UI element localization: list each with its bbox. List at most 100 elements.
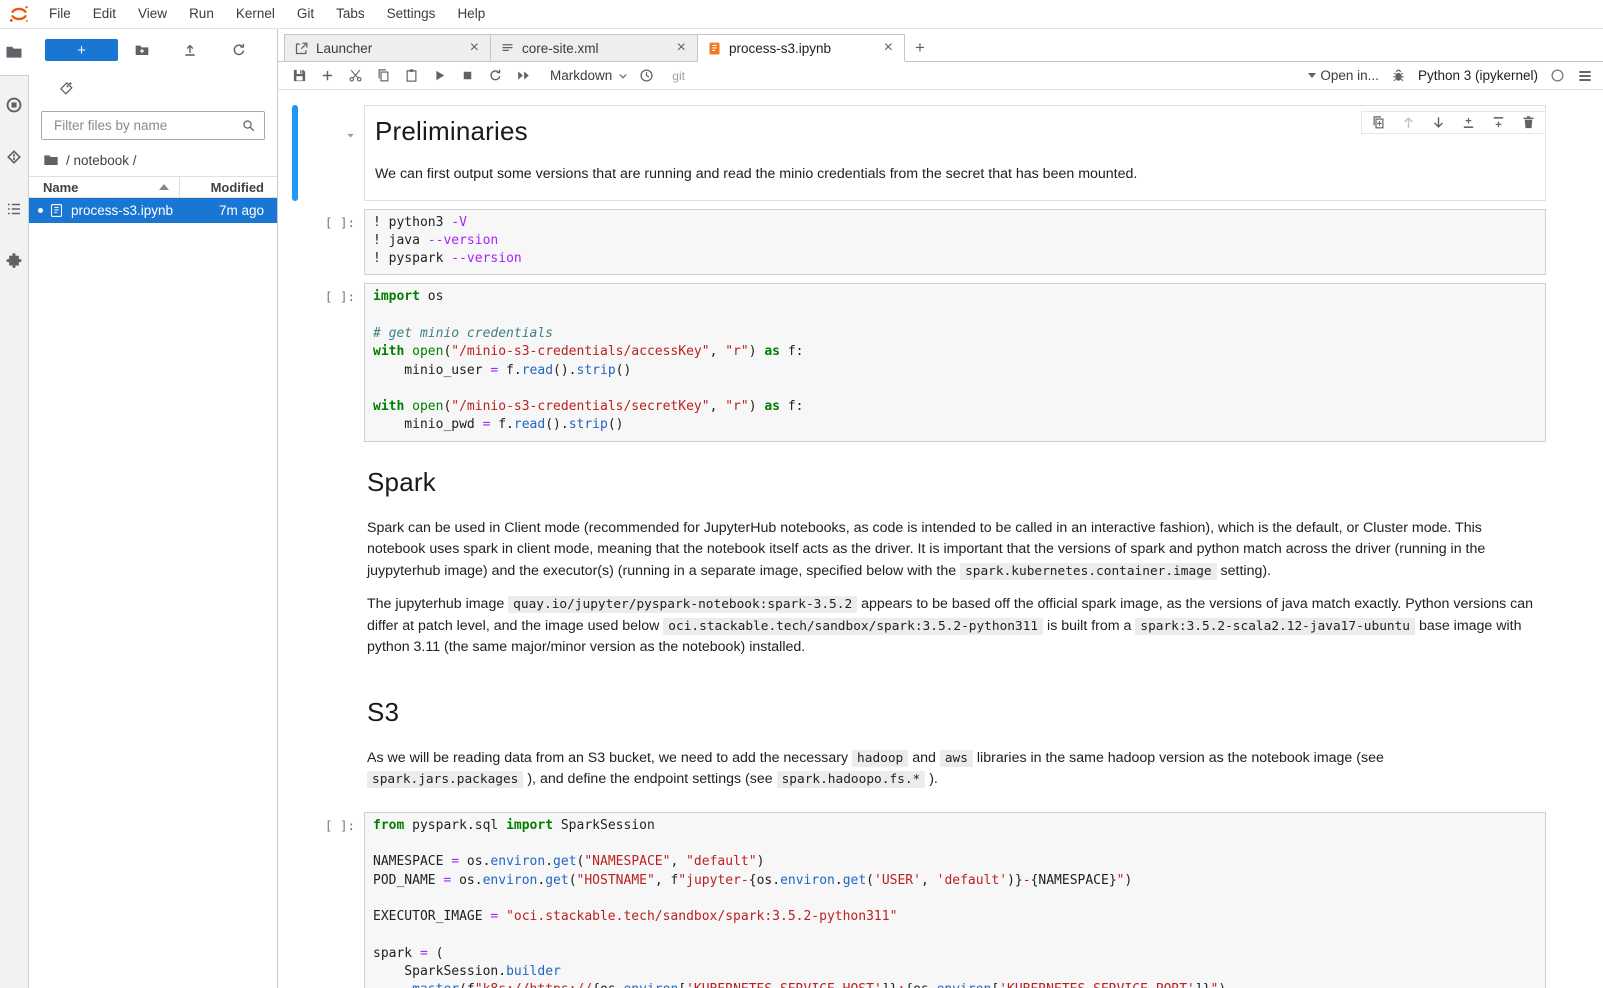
extensions-icon	[5, 252, 23, 270]
code-cell[interactable]: [ ]:import os # get minio credentialswit…	[292, 283, 1546, 441]
stop-icon[interactable]	[460, 68, 476, 84]
notebook-toolbar: Markdown git Open in... Python 3 (ipyker…	[278, 62, 1603, 90]
cell-body[interactable]: ! python3 -V! java --version! pyspark --…	[364, 209, 1546, 276]
menubar: FileEditViewRunKernelGitTabsSettingsHelp	[0, 0, 1603, 29]
menu-git[interactable]: Git	[286, 0, 325, 28]
add-tab-button[interactable]: +	[905, 34, 935, 62]
new-folder-icon-button[interactable]	[118, 42, 166, 58]
inline-code: spark.kubernetes.container.image	[960, 563, 1217, 580]
tab-core-site-xml[interactable]: core-site.xml×	[491, 34, 698, 62]
file-row[interactable]: process-s3.ipynb7m ago	[29, 198, 277, 223]
restart-icon	[488, 68, 503, 83]
markdown-cell[interactable]: SparkSpark can be used in Client mode (r…	[292, 450, 1546, 672]
inline-code: spark:3.5.2-scala2.12-java17-ubuntu	[1135, 618, 1415, 635]
activitybar-running-kernels-tab[interactable]	[0, 81, 29, 128]
restart-icon[interactable]	[488, 68, 504, 84]
cell-body[interactable]: SparkSpark can be used in Client mode (r…	[364, 450, 1546, 672]
insert-cell-icon[interactable]	[320, 68, 336, 84]
notebook-icon	[707, 41, 722, 56]
cut-icon[interactable]	[348, 68, 364, 84]
column-header-name[interactable]: Name	[29, 177, 180, 197]
kernel-name[interactable]: Python 3 (ipykernel)	[1418, 68, 1538, 83]
markdown-paragraph: As we will be reading data from an S3 bu…	[367, 748, 1534, 791]
tab-process-s3-ipynb[interactable]: process-s3.ipynb ×	[698, 34, 905, 62]
inline-code: oci.stackable.tech/sandbox/spark:3.5.2-p…	[663, 618, 1043, 635]
markdown-cell[interactable]: S3As we will be reading data from an S3 …	[292, 680, 1546, 804]
code-line: .master(f"k8s://https://{os.environ['KUB…	[373, 982, 1537, 988]
markdown-paragraph: We can first output some versions that a…	[375, 164, 1533, 186]
code-editor[interactable]: from pyspark.sql import SparkSession NAM…	[364, 812, 1546, 988]
code-line: minio_user = f.read().strip()	[373, 363, 1537, 381]
delete-icon[interactable]	[1521, 115, 1536, 130]
close-icon[interactable]: ×	[468, 40, 481, 56]
insert-below-icon[interactable]	[1491, 115, 1506, 130]
cell-body[interactable]: from pyspark.sql import SparkSession NAM…	[364, 812, 1546, 988]
inline-code: aws	[940, 750, 973, 767]
inline-code: quay.io/jupyter/pyspark-notebook:spark-3…	[508, 596, 857, 613]
menu-file[interactable]: File	[38, 0, 82, 28]
save-icon[interactable]	[292, 68, 308, 84]
cell-prompt: [ ]:	[298, 209, 364, 276]
code-editor[interactable]: import os # get minio credentialswith op…	[364, 283, 1546, 441]
menu-tabs[interactable]: Tabs	[325, 0, 376, 28]
filter-files-input[interactable]	[52, 117, 241, 134]
cell-type-dropdown[interactable]: Markdown	[550, 68, 629, 83]
refresh-icon	[231, 42, 247, 58]
cell-body[interactable]: S3As we will be reading data from an S3 …	[364, 680, 1546, 804]
code-line: SparkSession.builder	[373, 964, 1537, 982]
activitybar-table-of-contents-tab[interactable]	[0, 185, 29, 232]
code-line: with open("/minio-s3-credentials/accessK…	[373, 344, 1537, 362]
refresh-icon-button[interactable]	[215, 42, 263, 58]
code-cell[interactable]: [ ]:from pyspark.sql import SparkSession…	[292, 812, 1546, 988]
code-line: minio_pwd = f.read().strip()	[373, 417, 1537, 435]
markdown-rendered: SparkSpark can be used in Client mode (r…	[364, 450, 1546, 672]
code-line: spark = (	[373, 946, 1537, 964]
hamburger-icon[interactable]	[1577, 68, 1593, 84]
breadcrumb[interactable]: / notebook /	[29, 146, 277, 176]
move-down-icon[interactable]	[1431, 115, 1446, 130]
move-up-icon[interactable]	[1401, 115, 1416, 130]
new-launcher-button[interactable]: +	[45, 39, 118, 61]
save-icon	[292, 68, 307, 83]
code-cell[interactable]: [ ]:! python3 -V! java --version! pyspar…	[292, 209, 1546, 276]
tab-launcher[interactable]: Launcher×	[284, 34, 491, 62]
menu-run[interactable]: Run	[178, 0, 225, 28]
kernel-idle-icon[interactable]	[1550, 68, 1565, 83]
code-line: ! python3 -V	[373, 215, 1537, 233]
activitybar-git-tab[interactable]	[0, 133, 29, 180]
open-in-dropdown[interactable]: Open in...	[1308, 68, 1379, 83]
run-icon[interactable]	[432, 68, 448, 84]
sort-asc-icon	[159, 184, 169, 190]
markdown-cell[interactable]: PreliminariesWe can first output some ve…	[292, 105, 1546, 201]
cell-body[interactable]: import os # get minio credentialswith op…	[364, 283, 1546, 441]
tag-icon[interactable]	[59, 81, 74, 96]
insert-above-icon[interactable]	[1461, 115, 1476, 130]
menu-kernel[interactable]: Kernel	[225, 0, 286, 28]
duplicate-icon[interactable]	[1371, 115, 1386, 130]
tab-label: process-s3.ipynb	[729, 41, 875, 56]
column-header-modified[interactable]: Modified	[180, 180, 277, 195]
heading-collapser-icon[interactable]	[345, 129, 356, 140]
history-icon[interactable]	[639, 68, 654, 83]
menu-settings[interactable]: Settings	[376, 0, 447, 28]
cell-prompt	[298, 680, 364, 804]
code-editor[interactable]: ! python3 -V! java --version! pyspark --…	[364, 209, 1546, 276]
menu-view[interactable]: View	[127, 0, 178, 28]
cell-prompt	[298, 450, 364, 672]
copy-icon[interactable]	[376, 68, 392, 84]
activitybar-folder-tab[interactable]	[0, 29, 29, 76]
menu-edit[interactable]: Edit	[82, 0, 127, 28]
activitybar-extensions-tab[interactable]	[0, 237, 29, 284]
upload-icon-button[interactable]	[166, 42, 214, 58]
cell-body[interactable]: PreliminariesWe can first output some ve…	[364, 105, 1546, 201]
close-icon[interactable]: ×	[882, 40, 895, 56]
toolbar-left-icons	[292, 68, 544, 84]
bug-icon[interactable]	[1391, 68, 1406, 83]
inline-code: spark.hadoopo.fs.*	[777, 771, 926, 788]
menu-help[interactable]: Help	[446, 0, 496, 28]
close-icon[interactable]: ×	[675, 40, 688, 56]
paste-icon[interactable]	[404, 68, 420, 84]
run-all-icon[interactable]	[516, 68, 532, 84]
cell-type-value: Markdown	[550, 68, 612, 83]
code-line: NAMESPACE = os.environ.get("NAMESPACE", …	[373, 854, 1537, 872]
